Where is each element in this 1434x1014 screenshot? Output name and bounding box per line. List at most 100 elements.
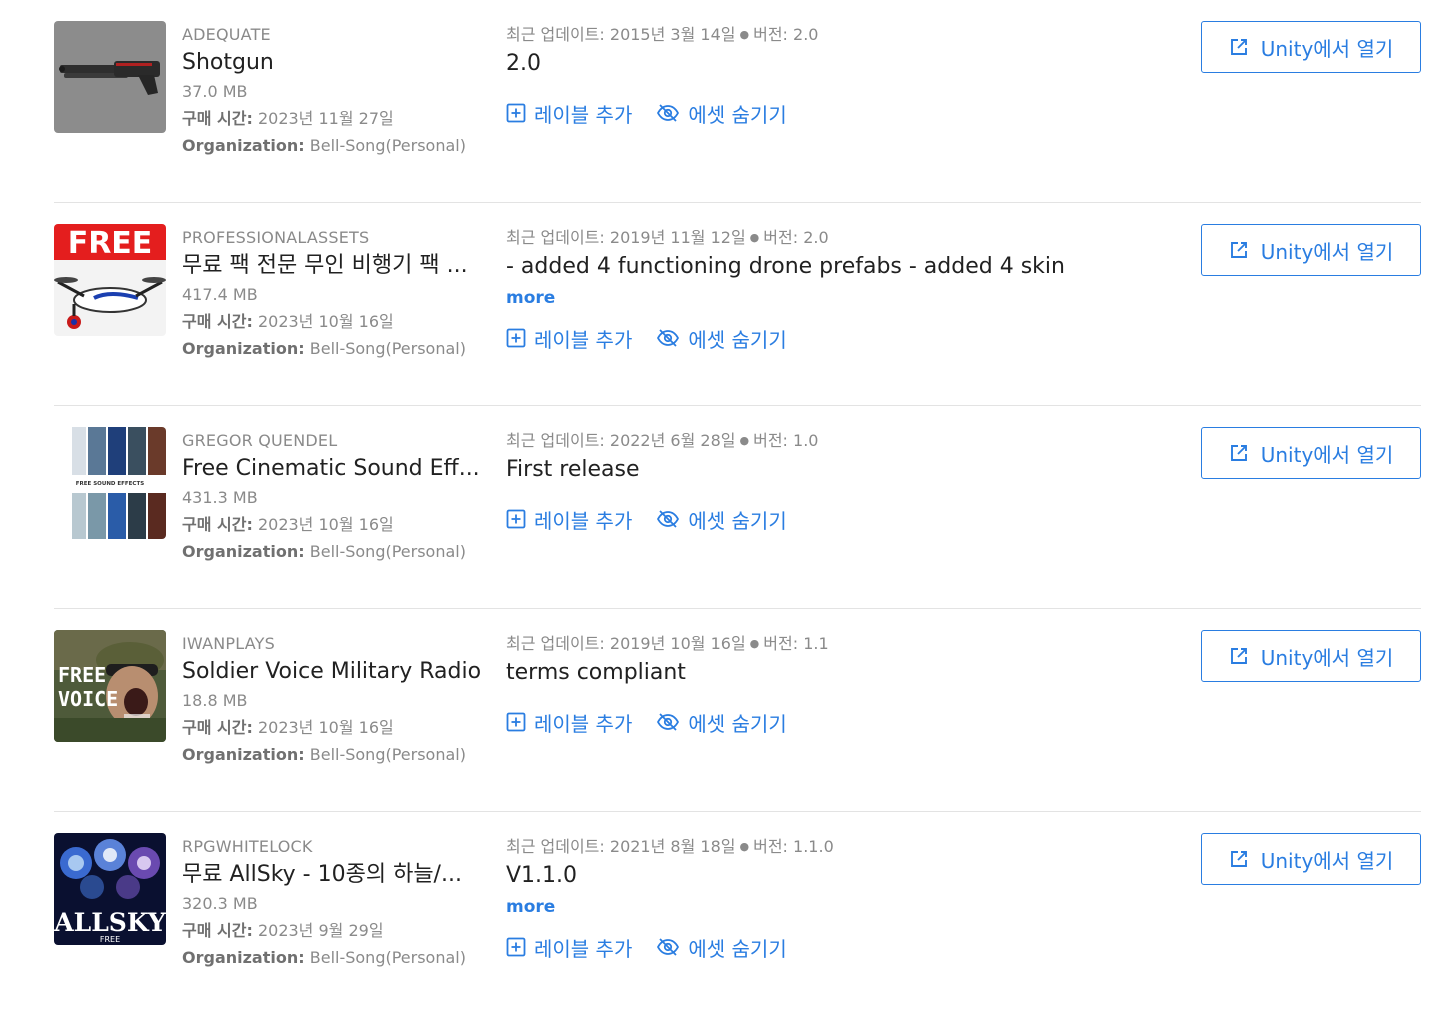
hide-asset-text: 에셋 숨기기 <box>688 936 787 961</box>
hide-asset-text: 에셋 숨기기 <box>688 102 787 127</box>
open-in-unity-button[interactable]: Unity에서 열기 <box>1201 630 1421 682</box>
purchase-date: 구매 시간: 2023년 10월 16일 <box>182 718 394 737</box>
eye-off-icon <box>656 328 680 348</box>
asset-detail: 최근 업데이트: 2019년 10월 16일 ● 버전: 1.1 terms com… <box>506 633 1146 737</box>
asset-row: ALLSKY FREE RPGWHITELOCK 무료 AllSky - 10종… <box>54 812 1421 1014</box>
add-label-button[interactable]: 레이블 추가 <box>506 505 632 534</box>
add-label-button[interactable]: 레이블 추가 <box>506 324 632 353</box>
release-notes: First release <box>506 457 640 482</box>
hide-asset-button[interactable]: 에셋 숨기기 <box>656 933 787 962</box>
updated-label: 최근 업데이트: <box>506 431 605 450</box>
eye-off-icon <box>656 103 680 123</box>
open-in-unity-button[interactable]: Unity에서 열기 <box>1201 224 1421 276</box>
more-link[interactable]: more <box>506 285 1146 315</box>
asset-detail: 최근 업데이트: 2019년 11월 12일 ● 버전: 2.0 - added 4… <box>506 227 1146 353</box>
asset-actions: 레이블 추가 에셋 숨기기 <box>506 504 1146 534</box>
organization-label: Organization <box>182 542 299 561</box>
purchase-date: 구매 시간: 2023년 9월 29일 <box>182 921 384 940</box>
plus-box-icon <box>506 712 526 732</box>
add-label-text: 레이블 추가 <box>534 327 633 352</box>
external-link-icon <box>1229 646 1249 666</box>
drone-thumbnail[interactable]: FREE <box>54 224 166 336</box>
hide-asset-button[interactable]: 에셋 숨기기 <box>656 708 787 737</box>
open-in-unity-label: Unity에서 열기 <box>1260 645 1394 670</box>
version-value: 2.0 <box>803 228 829 247</box>
add-label-button[interactable]: 레이블 추가 <box>506 708 632 737</box>
publisher-name[interactable]: RPGWHITELOCK <box>182 836 492 858</box>
purchase-date-label: 구매 시간 <box>182 718 247 737</box>
organization-value: Bell-Song(Personal) <box>309 136 466 155</box>
eye-off-icon <box>656 712 680 732</box>
asset-title[interactable]: Shotgun <box>182 46 492 78</box>
update-info: 최근 업데이트: 2019년 11월 12일 ● 버전: 2.0 <box>506 228 829 247</box>
asset-info: ADEQUATE Shotgun 37.0 MB 구매 시간: 2023년 11… <box>182 24 492 159</box>
hide-asset-button[interactable]: 에셋 숨기기 <box>656 505 787 534</box>
external-link-icon <box>1229 240 1249 260</box>
update-info: 최근 업데이트: 2022년 6월 28일 ● 버전: 1.0 <box>506 431 819 450</box>
external-link-icon <box>1229 849 1249 869</box>
release-notes: - added 4 functioning drone prefabs - ad… <box>506 254 1065 279</box>
update-info: 최근 업데이트: 2015년 3월 14일 ● 버전: 2.0 <box>506 25 819 44</box>
release-notes: V1.1.0 <box>506 863 578 888</box>
soldier-voice-thumbnail[interactable]: FREE VOICE <box>54 630 166 742</box>
hide-asset-button[interactable]: 에셋 숨기기 <box>656 99 787 128</box>
thumb-free-text: FREE <box>100 935 120 944</box>
asset-info: GREGOR QUENDEL Free Cinematic Sound Eff.… <box>182 430 492 565</box>
asset-info: IWANPLAYS Soldier Voice Military Radio 1… <box>182 633 492 768</box>
asset-title[interactable]: Soldier Voice Military Radio <box>182 655 492 687</box>
publisher-name[interactable]: PROFESSIONALASSETS <box>182 227 492 249</box>
purchase-date: 구매 시간: 2023년 10월 16일 <box>182 312 394 331</box>
purchase-date-value: 2023년 10월 16일 <box>257 718 394 737</box>
asset-detail: 최근 업데이트: 2021년 8월 18일 ● 버전: 1.1.0 V1.1.0 m… <box>506 836 1146 962</box>
external-link-icon <box>1229 443 1249 463</box>
version-label: 버전: <box>763 634 799 653</box>
asset-title[interactable]: Free Cinematic Sound Eff... <box>182 452 492 484</box>
thumb-sound-text: FREE SOUND EFFECTS <box>76 481 144 487</box>
hide-asset-button[interactable]: 에셋 숨기기 <box>656 324 787 353</box>
updated-label: 최근 업데이트: <box>506 634 605 653</box>
open-in-unity-label: Unity에서 열기 <box>1260 36 1394 61</box>
allsky-thumbnail[interactable]: ALLSKY FREE <box>54 833 166 945</box>
asset-info: RPGWHITELOCK 무료 AllSky - 10종의 하늘/... 320… <box>182 836 492 971</box>
update-info: 최근 업데이트: 2019년 10월 16일 ● 버전: 1.1 <box>506 634 829 653</box>
asset-row: FREE SOUND EFFECTS GREGOR QUENDEL Free C… <box>54 406 1421 609</box>
publisher-name[interactable]: ADEQUATE <box>182 24 492 46</box>
release-notes: 2.0 <box>506 51 541 76</box>
hide-asset-text: 에셋 숨기기 <box>688 508 787 533</box>
asset-size: 320.3 MB <box>182 894 258 913</box>
updated-label: 최근 업데이트: <box>506 837 605 856</box>
updated-value: 2022년 6월 28일 <box>609 431 736 450</box>
organization: Organization: Bell-Song(Personal) <box>182 136 466 155</box>
sound-effects-thumbnail[interactable]: FREE SOUND EFFECTS <box>54 427 166 539</box>
add-label-button[interactable]: 레이블 추가 <box>506 99 632 128</box>
add-label-text: 레이블 추가 <box>534 711 633 736</box>
organization-value: Bell-Song(Personal) <box>309 339 466 358</box>
asset-title[interactable]: 무료 팩 전문 무인 비행기 팩 ... <box>182 249 492 281</box>
publisher-name[interactable]: GREGOR QUENDEL <box>182 430 492 452</box>
release-notes: terms compliant <box>506 660 686 685</box>
hide-asset-text: 에셋 숨기기 <box>688 327 787 352</box>
asset-title[interactable]: 무료 AllSky - 10종의 하늘/... <box>182 858 492 890</box>
purchase-date-label: 구매 시간 <box>182 515 247 534</box>
organization-value: Bell-Song(Personal) <box>309 745 466 764</box>
organization-value: Bell-Song(Personal) <box>309 542 466 561</box>
open-in-unity-label: Unity에서 열기 <box>1260 848 1394 873</box>
open-in-unity-button[interactable]: Unity에서 열기 <box>1201 833 1421 885</box>
add-label-text: 레이블 추가 <box>534 508 633 533</box>
open-in-unity-button[interactable]: Unity에서 열기 <box>1201 427 1421 479</box>
eye-off-icon <box>656 937 680 957</box>
asset-actions: 레이블 추가 에셋 숨기기 <box>506 98 1146 128</box>
publisher-name[interactable]: IWANPLAYS <box>182 633 492 655</box>
open-in-unity-label: Unity에서 열기 <box>1260 239 1394 264</box>
purchase-date-value: 2023년 9월 29일 <box>257 921 384 940</box>
updated-value: 2019년 10월 16일 <box>609 634 746 653</box>
open-in-unity-button[interactable]: Unity에서 열기 <box>1201 21 1421 73</box>
asset-size: 431.3 MB <box>182 488 258 507</box>
purchase-date-value: 2023년 10월 16일 <box>257 312 394 331</box>
asset-info: PROFESSIONALASSETS 무료 팩 전문 무인 비행기 팩 ... … <box>182 227 492 362</box>
shotgun-thumbnail[interactable] <box>54 21 166 133</box>
updated-label: 최근 업데이트: <box>506 25 605 44</box>
more-link[interactable]: more <box>506 894 1146 924</box>
add-label-button[interactable]: 레이블 추가 <box>506 933 632 962</box>
purchase-date-value: 2023년 10월 16일 <box>257 515 394 534</box>
